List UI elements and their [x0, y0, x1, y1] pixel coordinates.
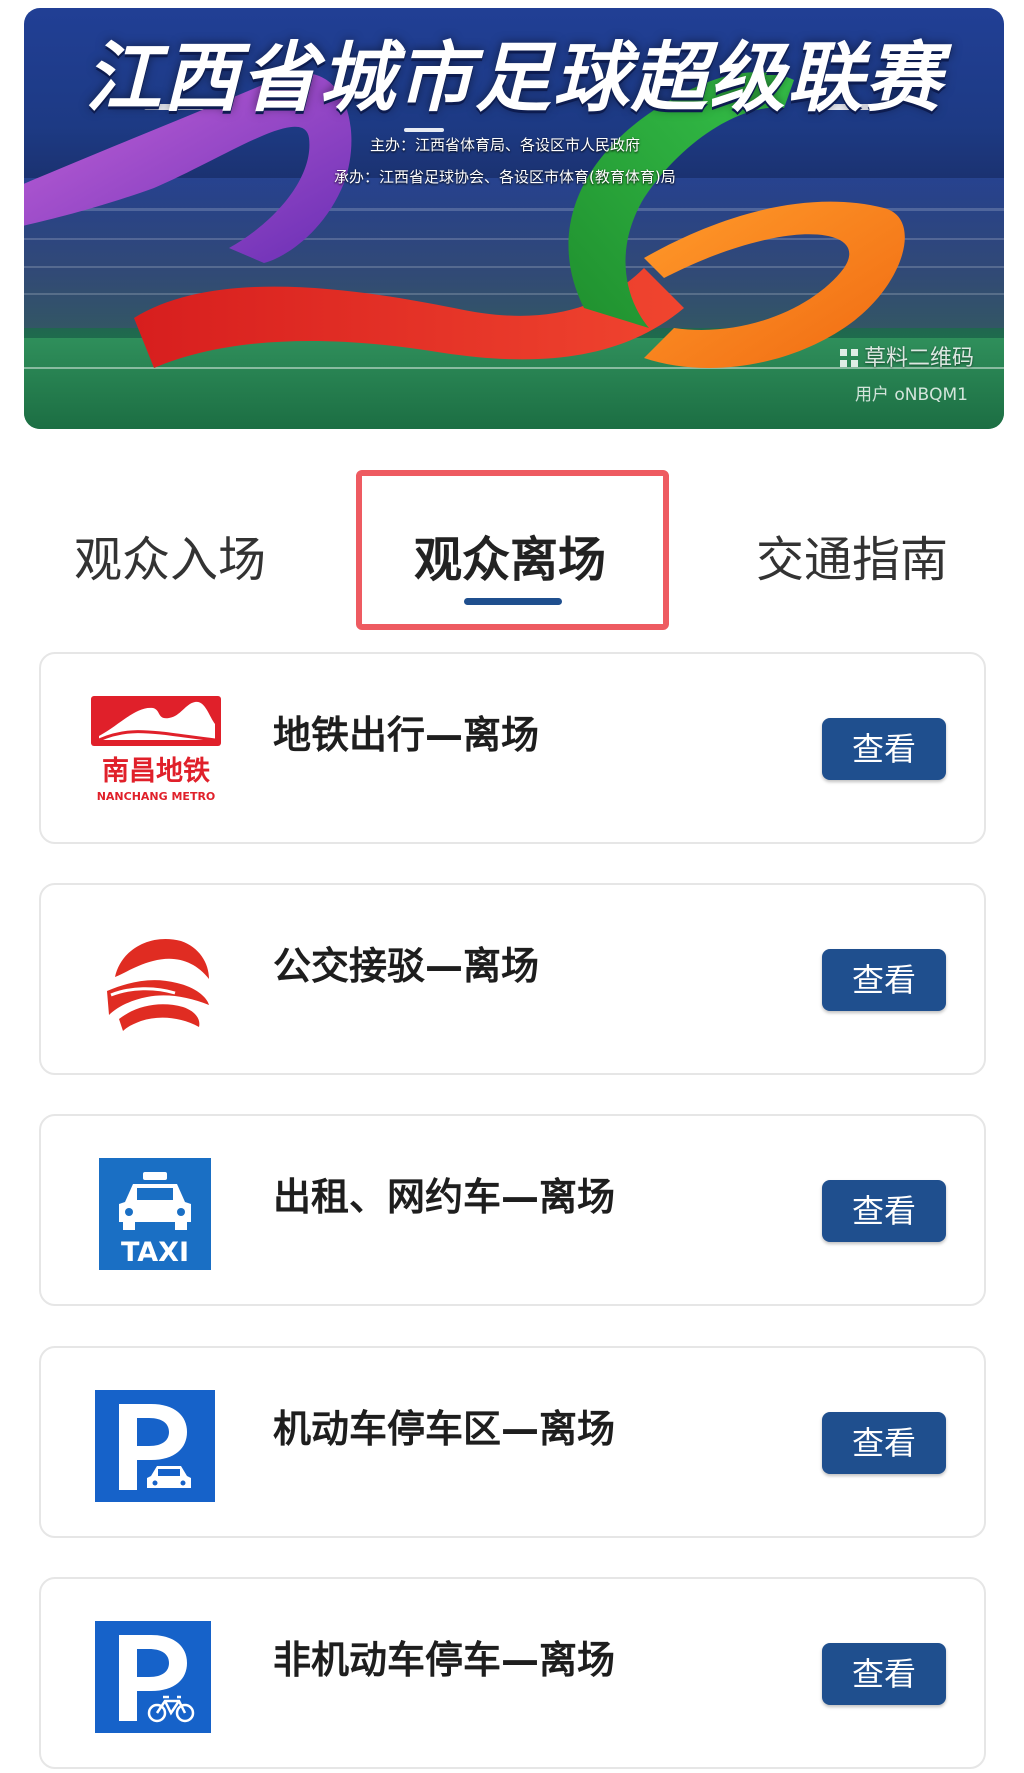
tab-audience-entry[interactable]: 观众入场	[74, 520, 266, 590]
qr-code-icon	[839, 349, 858, 367]
bus-logo-icon	[91, 927, 221, 1039]
tab-traffic-guide[interactable]: 交通指南	[756, 520, 948, 590]
watermark-user: 用户 oNBQM1	[854, 385, 968, 405]
list-item-bus[interactable]: 公交接驳—离场 查看	[39, 883, 986, 1075]
view-button[interactable]: 查看	[822, 1180, 946, 1242]
svg-text:TAXI: TAXI	[121, 1237, 189, 1268]
tab-bar: 观众入场 观众离场 交通指南	[0, 470, 1024, 630]
banner-title: 江西省城市足球超级联赛	[85, 33, 943, 122]
list-item-label: 地铁出行—离场	[273, 713, 540, 757]
taxi-sign-icon: TAXI	[91, 1158, 221, 1270]
list-item-metro[interactable]: 南昌地铁 NANCHANG METRO 地铁出行—离场 查看	[39, 652, 986, 844]
svg-text:NANCHANG METRO: NANCHANG METRO	[97, 790, 216, 803]
watermark: 草料二维码	[839, 340, 974, 372]
highlight-box	[356, 470, 669, 630]
bicycle-parking-sign-icon	[91, 1621, 221, 1733]
list-item-label: 出租、网约车—离场	[273, 1175, 616, 1219]
list-item-label: 非机动车停车—离场	[273, 1638, 616, 1682]
list-item-label: 公交接驳—离场	[273, 944, 540, 988]
view-button[interactable]: 查看	[822, 1412, 946, 1474]
nanchang-metro-logo-icon: 南昌地铁 NANCHANG METRO	[91, 696, 221, 808]
list-item-label: 机动车停车区—离场	[273, 1407, 616, 1451]
event-banner: 江西省城市足球超级联赛 主办：江西省体育局、各设区市人民政府 承办：江西省足球协…	[24, 8, 1004, 429]
view-button[interactable]: 查看	[822, 718, 946, 780]
watermark-text: 草料二维码	[863, 346, 974, 371]
list-item-bicycle-parking[interactable]: 非机动车停车—离场 查看	[39, 1577, 986, 1769]
car-parking-sign-icon	[91, 1390, 221, 1502]
list-item-taxi[interactable]: TAXI 出租、网约车—离场 查看	[39, 1114, 986, 1306]
view-button[interactable]: 查看	[822, 949, 946, 1011]
banner-organizer-text: 承办：江西省足球协会、各设区市体育(教育体育)局	[334, 168, 676, 186]
banner-host-text: 主办：江西省体育局、各设区市人民政府	[370, 136, 641, 154]
svg-text:南昌地铁: 南昌地铁	[102, 756, 210, 787]
view-button[interactable]: 查看	[822, 1643, 946, 1705]
list-item-car-parking[interactable]: 机动车停车区—离场 查看	[39, 1346, 986, 1538]
